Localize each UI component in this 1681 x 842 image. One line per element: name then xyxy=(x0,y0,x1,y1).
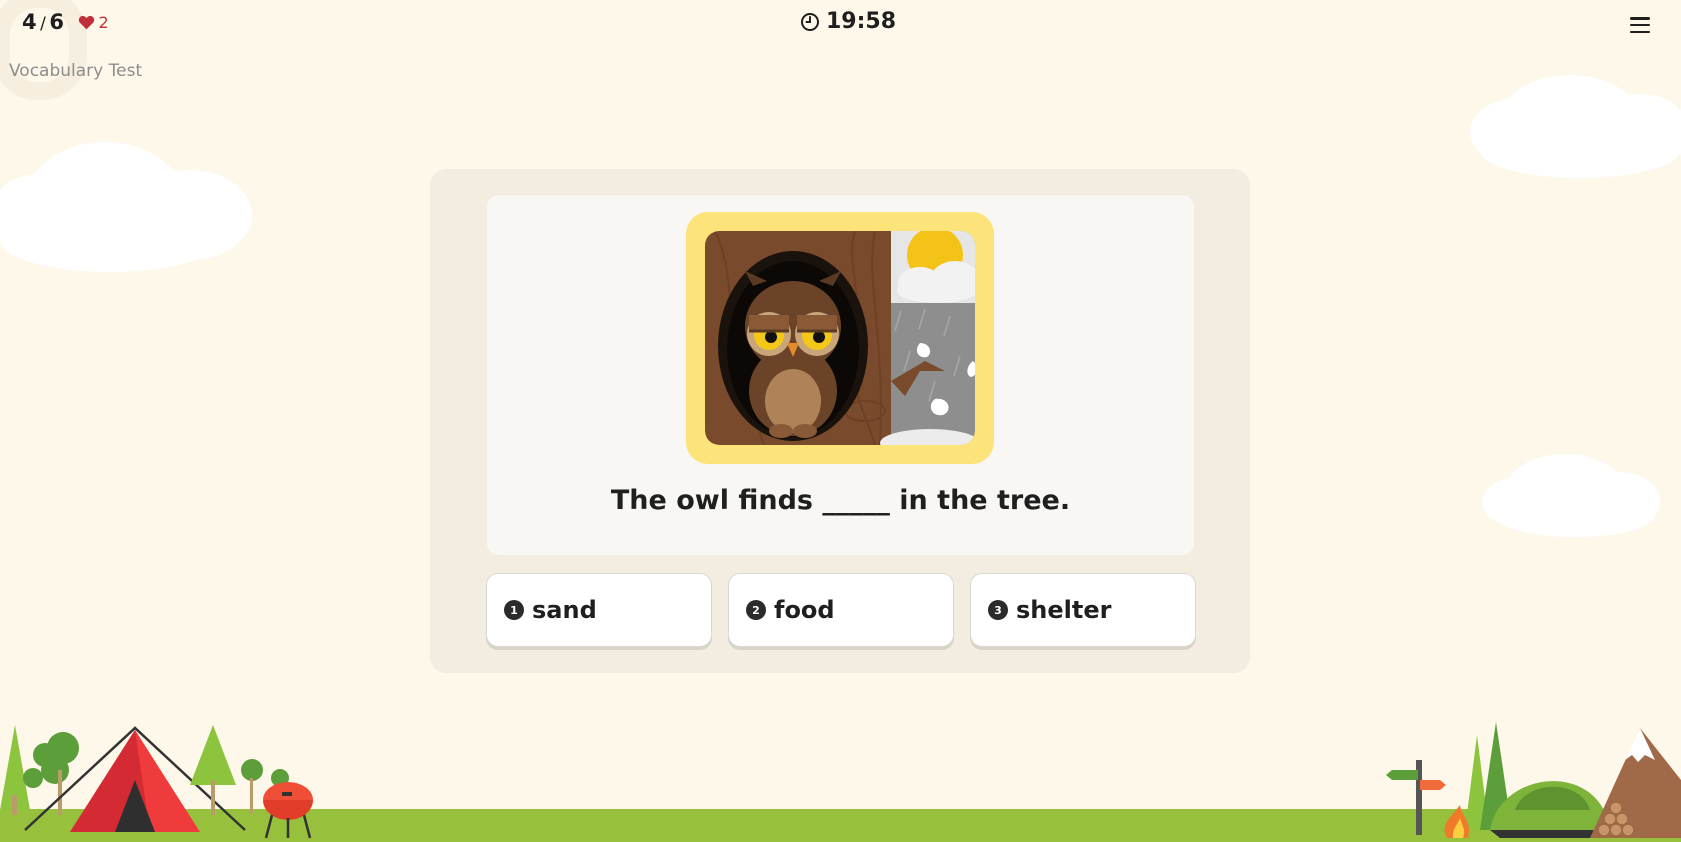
mountain-icon xyxy=(1590,728,1681,838)
question-progress: 4/6 xyxy=(22,10,65,34)
answer-options: 1 sand 2 food 3 shelter xyxy=(486,573,1196,647)
timer-value: 19:58 xyxy=(826,9,897,34)
option-number-badge: 1 xyxy=(504,600,524,620)
cloud-decoration xyxy=(0,142,252,272)
cloud-decoration xyxy=(1470,75,1681,178)
campsite-scenery xyxy=(0,722,1681,839)
tree-icon xyxy=(23,732,79,815)
question-card: The owl finds _____ in the tree. xyxy=(487,195,1194,555)
countdown-timer: 19:58 xyxy=(800,9,896,34)
tree-icon xyxy=(190,725,236,815)
option-label: sand xyxy=(532,596,597,624)
question-image-frame xyxy=(686,212,994,464)
option-number-badge: 2 xyxy=(746,600,766,620)
owl-icon xyxy=(705,231,975,445)
lives-indicator: 2 xyxy=(78,12,109,32)
option-label: shelter xyxy=(1016,596,1112,624)
option-number-badge: 3 xyxy=(988,600,1008,620)
question-panel: The owl finds _____ in the tree. 1 sand … xyxy=(430,169,1250,673)
signpost-icon xyxy=(1386,760,1446,835)
answer-option-1[interactable]: 1 sand xyxy=(486,573,712,647)
menu-button[interactable] xyxy=(1628,14,1652,36)
tree-icon xyxy=(0,725,30,815)
grill-icon xyxy=(263,782,313,839)
tent-icon xyxy=(1490,781,1610,838)
campfire-icon xyxy=(1444,805,1469,838)
question-sentence: The owl finds _____ in the tree. xyxy=(610,485,1071,516)
heart-icon xyxy=(79,15,95,29)
option-label: food xyxy=(774,596,835,624)
progress-area: 4/6 2 xyxy=(22,10,109,34)
lives-count: 2 xyxy=(98,12,109,32)
test-title: Vocabulary Test xyxy=(9,61,143,81)
hamburger-icon xyxy=(1630,17,1650,20)
clock-icon xyxy=(801,12,819,31)
cloud-decoration xyxy=(1482,454,1660,537)
answer-option-2[interactable]: 2 food xyxy=(728,573,954,647)
answer-option-3[interactable]: 3 shelter xyxy=(970,573,1196,647)
